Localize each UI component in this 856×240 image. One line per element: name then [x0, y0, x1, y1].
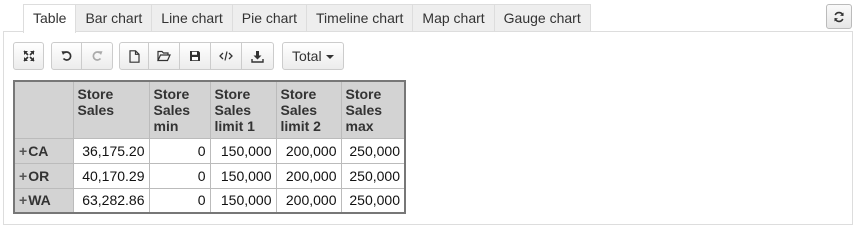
- pivot-widget: Table Bar chart Line chart Pie chart Tim…: [0, 0, 856, 228]
- expand-icon[interactable]: +: [19, 168, 27, 184]
- table-row: +CA 36,175.20 0 150,000 200,000 250,000: [13, 137, 406, 164]
- header-line: Sales: [280, 102, 318, 118]
- header-line: limit 2: [280, 118, 321, 134]
- open-report-button[interactable]: [149, 42, 180, 70]
- chevron-down-icon: [326, 55, 334, 59]
- view-code-button[interactable]: [211, 42, 242, 70]
- tab-timeline-chart[interactable]: Timeline chart: [306, 4, 414, 32]
- save-report-button[interactable]: [180, 42, 211, 70]
- table-cell: 200,000: [275, 187, 342, 214]
- header-line: Sales: [214, 102, 252, 118]
- header-line: Sales: [345, 102, 383, 118]
- table-row: +OR 40,170.29 0 150,000 200,000 250,000: [13, 162, 406, 189]
- table-cell: 250,000: [340, 187, 406, 214]
- header-line: Store: [77, 86, 114, 102]
- table-cell: 0: [148, 162, 211, 189]
- header-line: Store: [345, 86, 382, 102]
- aggregation-selected-label: Total: [292, 48, 322, 64]
- expand-icon[interactable]: +: [19, 192, 27, 208]
- table-cell: 250,000: [340, 162, 406, 189]
- download-icon: [251, 50, 264, 63]
- tab-bar-chart[interactable]: Bar chart: [75, 4, 153, 32]
- header-line: Store: [280, 86, 317, 102]
- table-cell: 36,175.20: [72, 137, 150, 164]
- chart-type-tabs: Table Bar chart Line chart Pie chart Tim…: [23, 4, 591, 33]
- column-header-store-sales-limit-1[interactable]: Store Sales limit 1: [209, 80, 277, 139]
- expand-icon[interactable]: +: [19, 143, 27, 159]
- column-header-store-sales-limit-2[interactable]: Store Sales limit 2: [275, 80, 342, 139]
- tab-gauge-chart[interactable]: Gauge chart: [493, 4, 591, 32]
- export-button[interactable]: [242, 42, 274, 70]
- row-label: OR: [28, 167, 50, 184]
- floppy-disk-icon: [190, 51, 200, 61]
- refresh-icon: [834, 11, 844, 22]
- table-cell: 0: [148, 187, 211, 214]
- table-cell: 40,170.29: [72, 162, 150, 189]
- aggregation-dropdown[interactable]: Total: [282, 42, 344, 70]
- tab-table[interactable]: Table: [23, 4, 77, 33]
- table-cell: 200,000: [275, 162, 342, 189]
- table-header-row: Store Sales Store Sales min Store Sales …: [13, 80, 406, 139]
- header-line: Store: [214, 86, 251, 102]
- new-report-button[interactable]: [119, 42, 149, 70]
- pivot-table: Store Sales Store Sales min Store Sales …: [13, 80, 406, 214]
- table-cell: 0: [148, 137, 211, 164]
- table-cell: 150,000: [209, 137, 277, 164]
- expand-icon: [22, 50, 35, 62]
- table-cell: 63,282.86: [72, 187, 150, 214]
- tab-line-chart[interactable]: Line chart: [151, 4, 233, 32]
- table-cell: 150,000: [209, 187, 277, 214]
- undo-button[interactable]: [51, 42, 82, 70]
- column-header-store-sales-max[interactable]: Store Sales max: [340, 80, 406, 139]
- header-line: max: [345, 118, 374, 134]
- undo-icon: [61, 51, 71, 61]
- folder-open-icon: [157, 50, 171, 62]
- file-icon: [128, 49, 140, 63]
- row-label: CA: [28, 142, 49, 159]
- refresh-button[interactable]: [826, 4, 852, 29]
- tab-map-chart[interactable]: Map chart: [412, 4, 495, 32]
- row-header-wa[interactable]: +WA: [13, 187, 74, 214]
- header-line: Sales: [153, 102, 191, 118]
- corner-cell: [13, 80, 74, 139]
- header-line: limit 1: [214, 118, 255, 134]
- header-line: Store: [153, 86, 190, 102]
- table-cell: 150,000: [209, 162, 277, 189]
- table-cell: 200,000: [275, 137, 342, 164]
- table-cell: 250,000: [340, 137, 406, 164]
- row-header-ca[interactable]: +CA: [13, 137, 74, 164]
- tab-pie-chart[interactable]: Pie chart: [231, 4, 308, 32]
- fullscreen-button[interactable]: [13, 42, 44, 70]
- code-icon: [219, 51, 233, 61]
- column-header-store-sales-min[interactable]: Store Sales min: [148, 80, 211, 139]
- redo-icon: [92, 51, 103, 61]
- header-line: Sales: [77, 102, 115, 118]
- header-line: min: [153, 118, 179, 134]
- column-header-store-sales[interactable]: Store Sales: [72, 80, 150, 139]
- row-label: WA: [28, 192, 51, 209]
- redo-button[interactable]: [82, 42, 113, 70]
- table-row: +WA 63,282.86 0 150,000 200,000 250,000: [13, 187, 406, 214]
- row-header-or[interactable]: +OR: [13, 162, 74, 189]
